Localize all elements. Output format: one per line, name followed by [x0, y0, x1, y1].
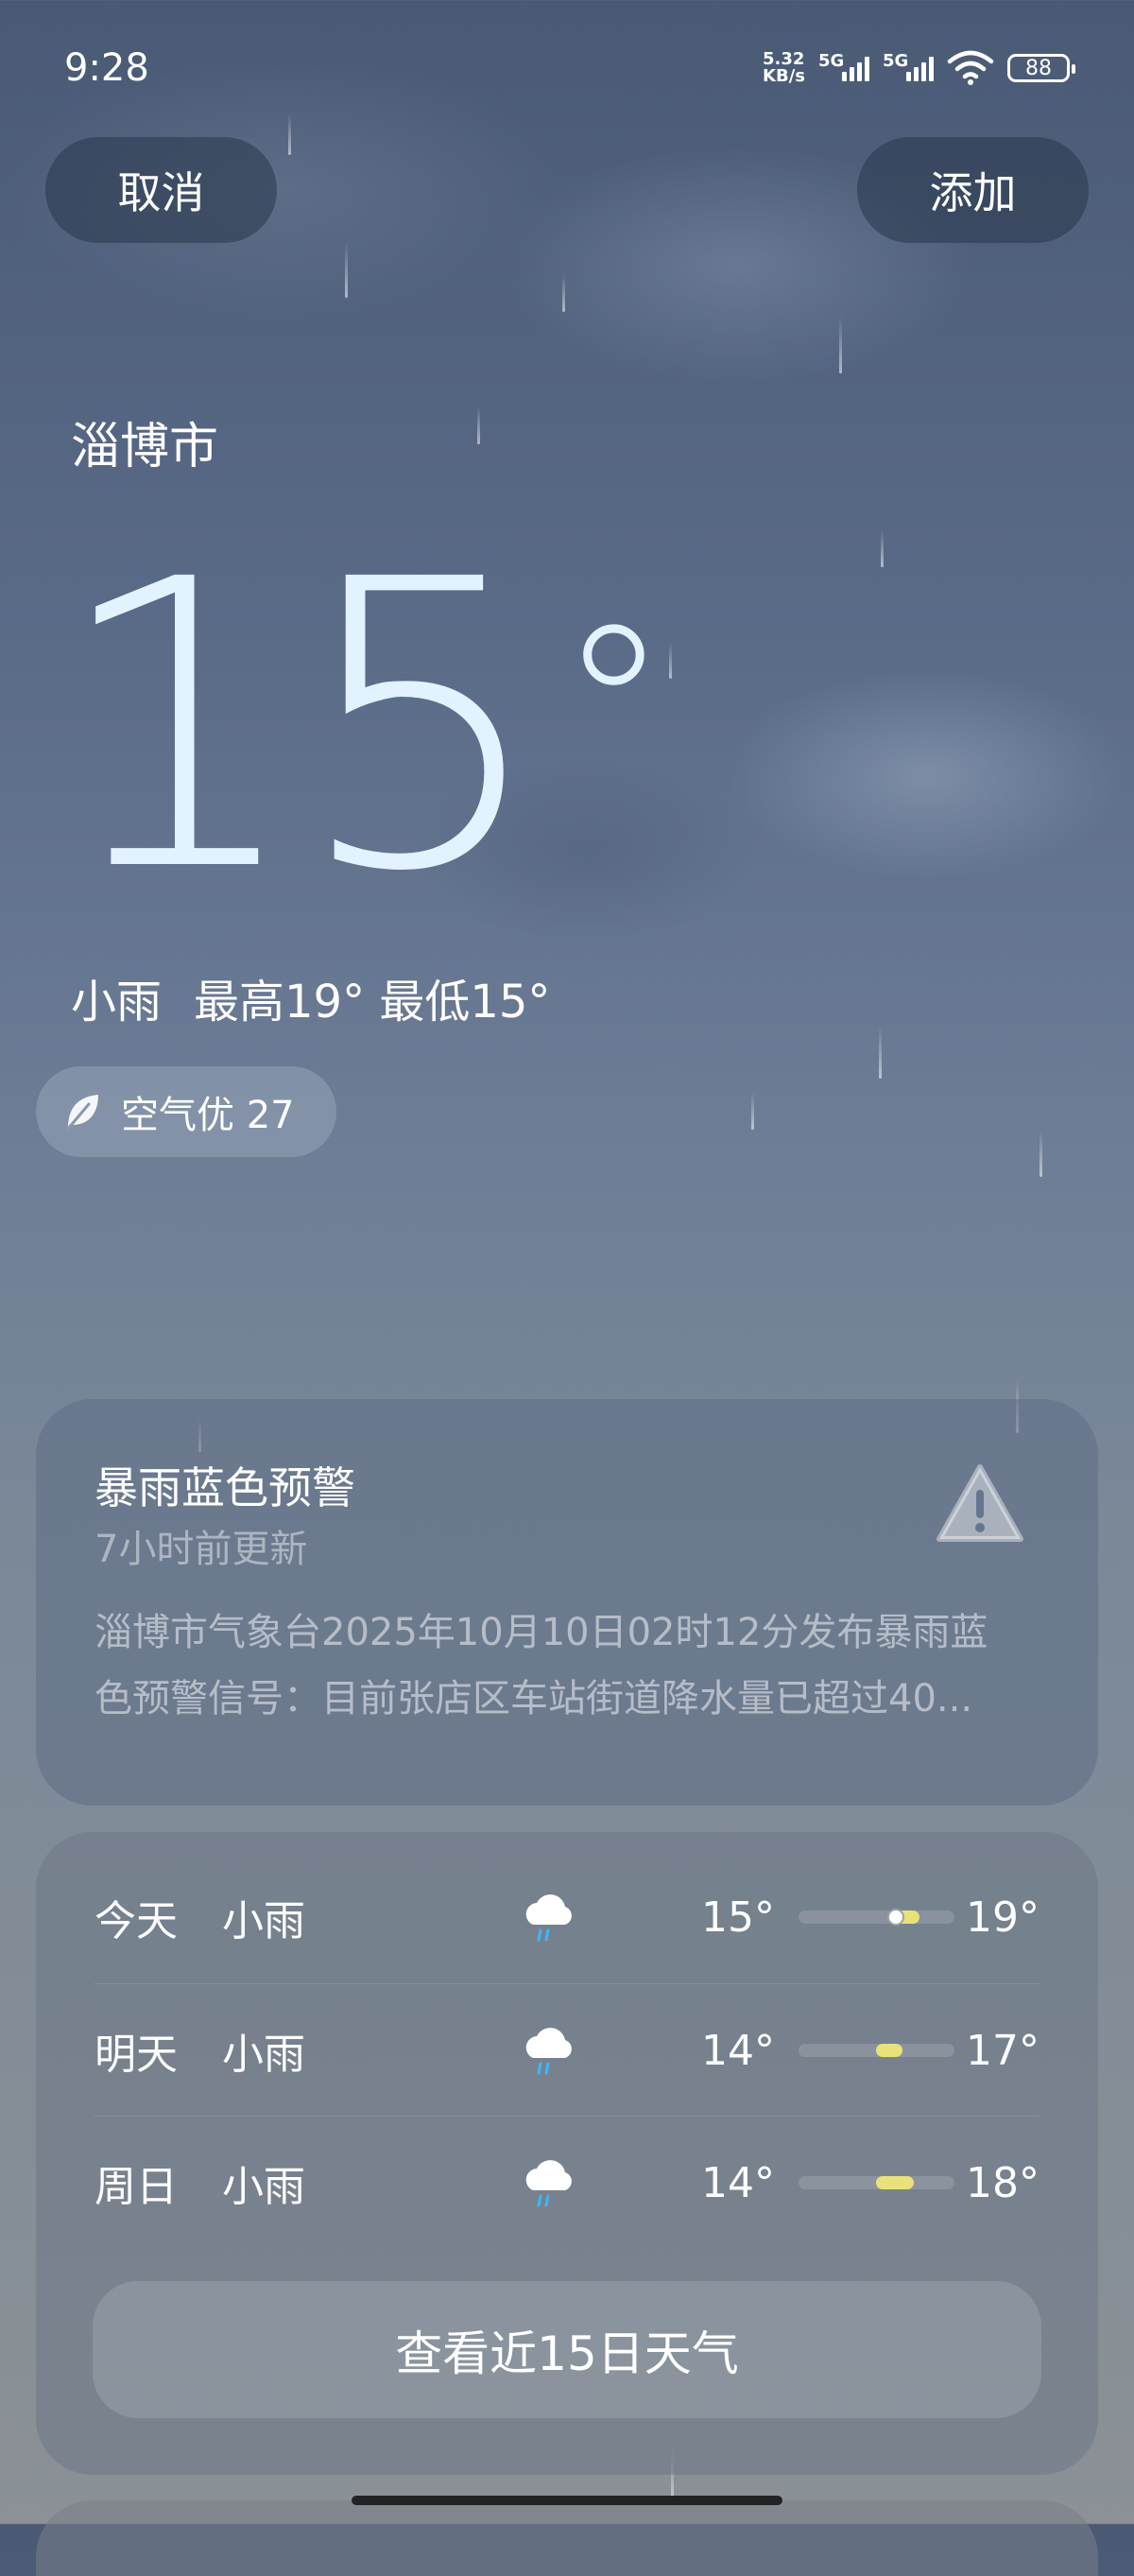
temperature-range-bar	[799, 2044, 954, 2057]
current-temperature: 15°	[52, 529, 670, 926]
rain-streak	[879, 1026, 882, 1079]
network-speed-unit: KB/s	[763, 66, 805, 86]
battery-level: 88	[1025, 56, 1052, 80]
alert-title: 暴雨蓝色预警	[94, 1462, 355, 1513]
temperature-range-fill	[876, 2176, 914, 2189]
forecast-high: 19°	[966, 1893, 1040, 1942]
alert-body-line: 色预警信号：目前张店区车站街道降水量已超过40...	[94, 1677, 973, 1720]
degree-symbol: °	[557, 577, 670, 841]
current-temperature-value: 15	[52, 496, 547, 959]
status-bar: 9:28 5.32 KB/s 5G 5G 88	[64, 40, 1075, 96]
light-rain-icon	[525, 2028, 572, 2075]
rain-streak	[839, 317, 842, 373]
forecast-high: 18°	[966, 2158, 1040, 2207]
air-quality-badge[interactable]: 空气优 27	[36, 1066, 336, 1157]
light-rain-icon	[525, 1894, 572, 1942]
rain-streak	[562, 274, 565, 312]
status-time: 9:28	[64, 46, 149, 90]
signal-icon: 5G	[883, 51, 934, 81]
forecast-row-sunday[interactable]: 周日 小雨 14° 18°	[94, 2116, 1040, 2249]
home-indicator[interactable]	[352, 2496, 782, 2505]
alert-updated-time: 7小时前更新	[94, 1528, 308, 1571]
current-condition: 小雨	[71, 976, 163, 1029]
rain-streak	[477, 406, 480, 444]
forecast-day: 今天	[94, 1897, 178, 1945]
add-button[interactable]: 添加	[857, 137, 1089, 243]
forecast-condition: 小雨	[222, 1897, 305, 1945]
weather-summary: 小雨 最高19° 最低15°	[71, 964, 550, 1030]
rain-streak	[1040, 1130, 1042, 1177]
current-temperature-dot	[887, 1909, 904, 1926]
signal-icon: 5G	[818, 51, 869, 81]
forecast-day: 明天	[94, 2031, 178, 2079]
temperature-range-bar	[799, 1909, 954, 1926]
temperature-range-bar	[799, 2176, 954, 2189]
network-speed: 5.32 KB/s	[763, 51, 805, 85]
next-card-peek	[36, 2500, 1098, 2576]
alert-body: 淄博市气象台2025年10月10日02时12分发布暴雨蓝 色预警信号：目前张店区…	[94, 1599, 1040, 1732]
light-rain-icon	[525, 2160, 572, 2207]
forecast-low: 15°	[701, 1893, 775, 1942]
leaf-icon	[66, 1095, 98, 1131]
high-low-temperature: 最高19° 最低15°	[194, 976, 551, 1029]
sim1-network-type: 5G	[818, 51, 845, 71]
rain-streak	[669, 643, 672, 679]
warning-icon	[936, 1464, 1023, 1542]
cancel-button[interactable]: 取消	[45, 137, 277, 243]
temperature-range-fill	[876, 2044, 902, 2057]
forecast-row-tomorrow[interactable]: 明天 小雨 14° 17°	[94, 1983, 1040, 2117]
air-quality-label: 空气优 27	[121, 1094, 295, 1137]
rain-streak	[751, 1092, 754, 1130]
forecast-low: 14°	[701, 2026, 775, 2075]
weather-alert-card[interactable]: 暴雨蓝色预警 7小时前更新 淄博市气象台2025年10月10日02时12分发布暴…	[36, 1399, 1098, 1806]
forecast-high: 17°	[966, 2026, 1040, 2075]
rain-streak	[288, 113, 291, 155]
forecast-card: 今天 小雨 15° 19° 明天 小雨 14° 17° 周日 小雨 14° 18…	[36, 1832, 1098, 2475]
rain-streak	[881, 529, 884, 567]
status-icons: 5.32 KB/s 5G 5G 88	[763, 50, 1075, 86]
forecast-condition: 小雨	[222, 2031, 305, 2079]
rain-streak	[345, 241, 348, 298]
alert-body-line: 淄博市气象台2025年10月10日02时12分发布暴雨蓝	[94, 1611, 988, 1654]
forecast-day: 周日	[94, 2163, 178, 2211]
sim2-network-type: 5G	[883, 51, 909, 71]
battery-icon: 88	[1007, 54, 1075, 82]
forecast-low: 14°	[701, 2158, 775, 2207]
city-name: 淄博市	[71, 419, 219, 475]
wifi-icon	[947, 50, 994, 85]
forecast-condition: 小雨	[222, 2163, 305, 2211]
forecast-row-today[interactable]: 今天 小雨 15° 19°	[94, 1851, 1040, 1983]
view-15-day-forecast-button[interactable]: 查看近15日天气	[93, 2281, 1041, 2418]
